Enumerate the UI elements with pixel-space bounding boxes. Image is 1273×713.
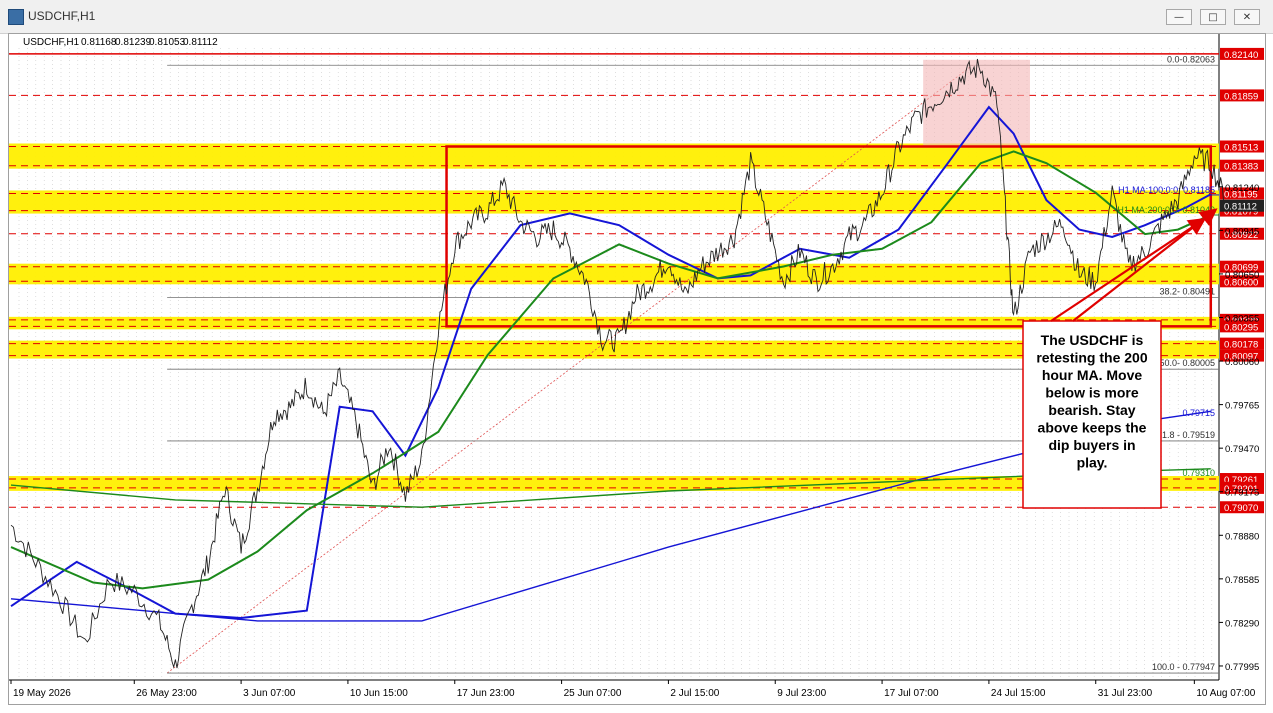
current-price-label: 0.81112 [1224, 202, 1257, 213]
level-label: 0.81383 [1224, 162, 1258, 173]
fib-label: 61.8 - 0.79519 [1157, 430, 1215, 440]
y-tick-label: 0.80060 [1225, 357, 1259, 368]
annotation-line: above keeps the [1038, 420, 1147, 436]
fib-label: 50.0- 0.80005 [1159, 358, 1215, 368]
level-label: 0.81859 [1224, 91, 1258, 102]
close-button[interactable]: ✕ [1234, 9, 1260, 25]
fib-label: 100.0 - 0.77947 [1152, 662, 1215, 672]
annotation-line: The USDCHF is [1041, 332, 1144, 348]
y-tick-label: 0.78880 [1225, 531, 1259, 542]
ohlc-low: 0.81053 [149, 37, 186, 48]
annotation-line: dip buyers in [1048, 437, 1135, 453]
annotation-line: bearish. Stay [1048, 402, 1135, 418]
x-tick-label: 10 Jun 15:00 [350, 688, 408, 699]
time-axis: 19 May 2026 26 May 23:00 3 Jun 07:00 10 Jun… [10, 680, 1256, 699]
ohlc-close: 0.81112 [183, 37, 218, 48]
ohlc-open: 0.81168 [81, 37, 117, 48]
y-tick-label: 0.80650 [1225, 270, 1259, 281]
x-tick-label: 17 Jul 07:00 [884, 688, 939, 699]
annotation-line: hour MA. Move [1042, 367, 1143, 383]
level-label: 0.81513 [1224, 142, 1258, 153]
x-tick-label: 2 Jul 15:00 [670, 688, 719, 699]
y-tick-label: 0.80355 [1225, 313, 1259, 324]
y-tick-label: 0.77995 [1225, 662, 1259, 673]
x-tick-label: 9 Jul 23:00 [777, 688, 826, 699]
symbol-label: USDCHF,H1 [23, 37, 80, 48]
annotation-line: retesting the 200 [1036, 350, 1147, 366]
chart-frame[interactable]: 0.82140 0.81859 0.81513 0.81383 0.81195 0.810… [8, 33, 1266, 705]
y-tick-label: 0.78290 [1225, 618, 1259, 629]
annotation-text: The USDCHF is retesting the 200 hour MA. M… [1036, 332, 1147, 471]
x-tick-label: 10 Aug 07:00 [1196, 688, 1255, 699]
ma100-label: H1 MA:100:0:0: 0.81185 [1118, 185, 1215, 195]
annotation-line: play. [1077, 455, 1108, 471]
y-tick-label: 0.79470 [1225, 444, 1259, 455]
fib-label: 38.2- 0.80491 [1159, 286, 1215, 296]
level-label: 0.82140 [1224, 50, 1258, 61]
x-tick-label: 25 Jun 07:00 [564, 688, 622, 699]
window-title: USDCHF,H1 [28, 9, 96, 23]
fib-label: 0.0-0.82063 [1167, 54, 1215, 64]
x-tick-label: 19 May 2026 [13, 688, 71, 699]
ohlc-high: 0.81239 [115, 37, 152, 48]
y-tick-label: 0.78585 [1225, 575, 1259, 586]
x-tick-label: 3 Jun 07:00 [243, 688, 296, 699]
annotation-line: below is more [1045, 385, 1139, 401]
y-tick-label: 0.79765 [1225, 401, 1259, 412]
level-label: 0.79070 [1224, 503, 1258, 514]
price-chart[interactable]: 0.821400.818590.815130.813830.811950.810… [9, 34, 1265, 704]
y-tick-label: 0.81240 [1225, 183, 1259, 194]
minimize-button[interactable]: — [1166, 9, 1192, 25]
x-tick-label: 24 Jul 15:00 [991, 688, 1046, 699]
y-tick-label: 0.79175 [1225, 488, 1259, 499]
level-label: 0.80178 [1224, 340, 1258, 351]
price-axis: 0.81240 0.80945 0.80650 0.80355 0.80060 0.797… [1219, 183, 1264, 673]
y-tick-label: 0.80945 [1225, 226, 1259, 237]
x-tick-label: 26 May 23:00 [136, 688, 197, 699]
chart-window-icon [8, 9, 24, 25]
ma200-label: H1 MA:200:0:0: 0.81049 [1117, 205, 1215, 215]
window-titlebar: USDCHF,H1 — □ ✕ [0, 0, 1273, 34]
x-tick-label: 31 Jul 23:00 [1098, 688, 1153, 699]
x-tick-label: 17 Jun 23:00 [457, 688, 515, 699]
maximize-button[interactable]: □ [1200, 9, 1226, 25]
